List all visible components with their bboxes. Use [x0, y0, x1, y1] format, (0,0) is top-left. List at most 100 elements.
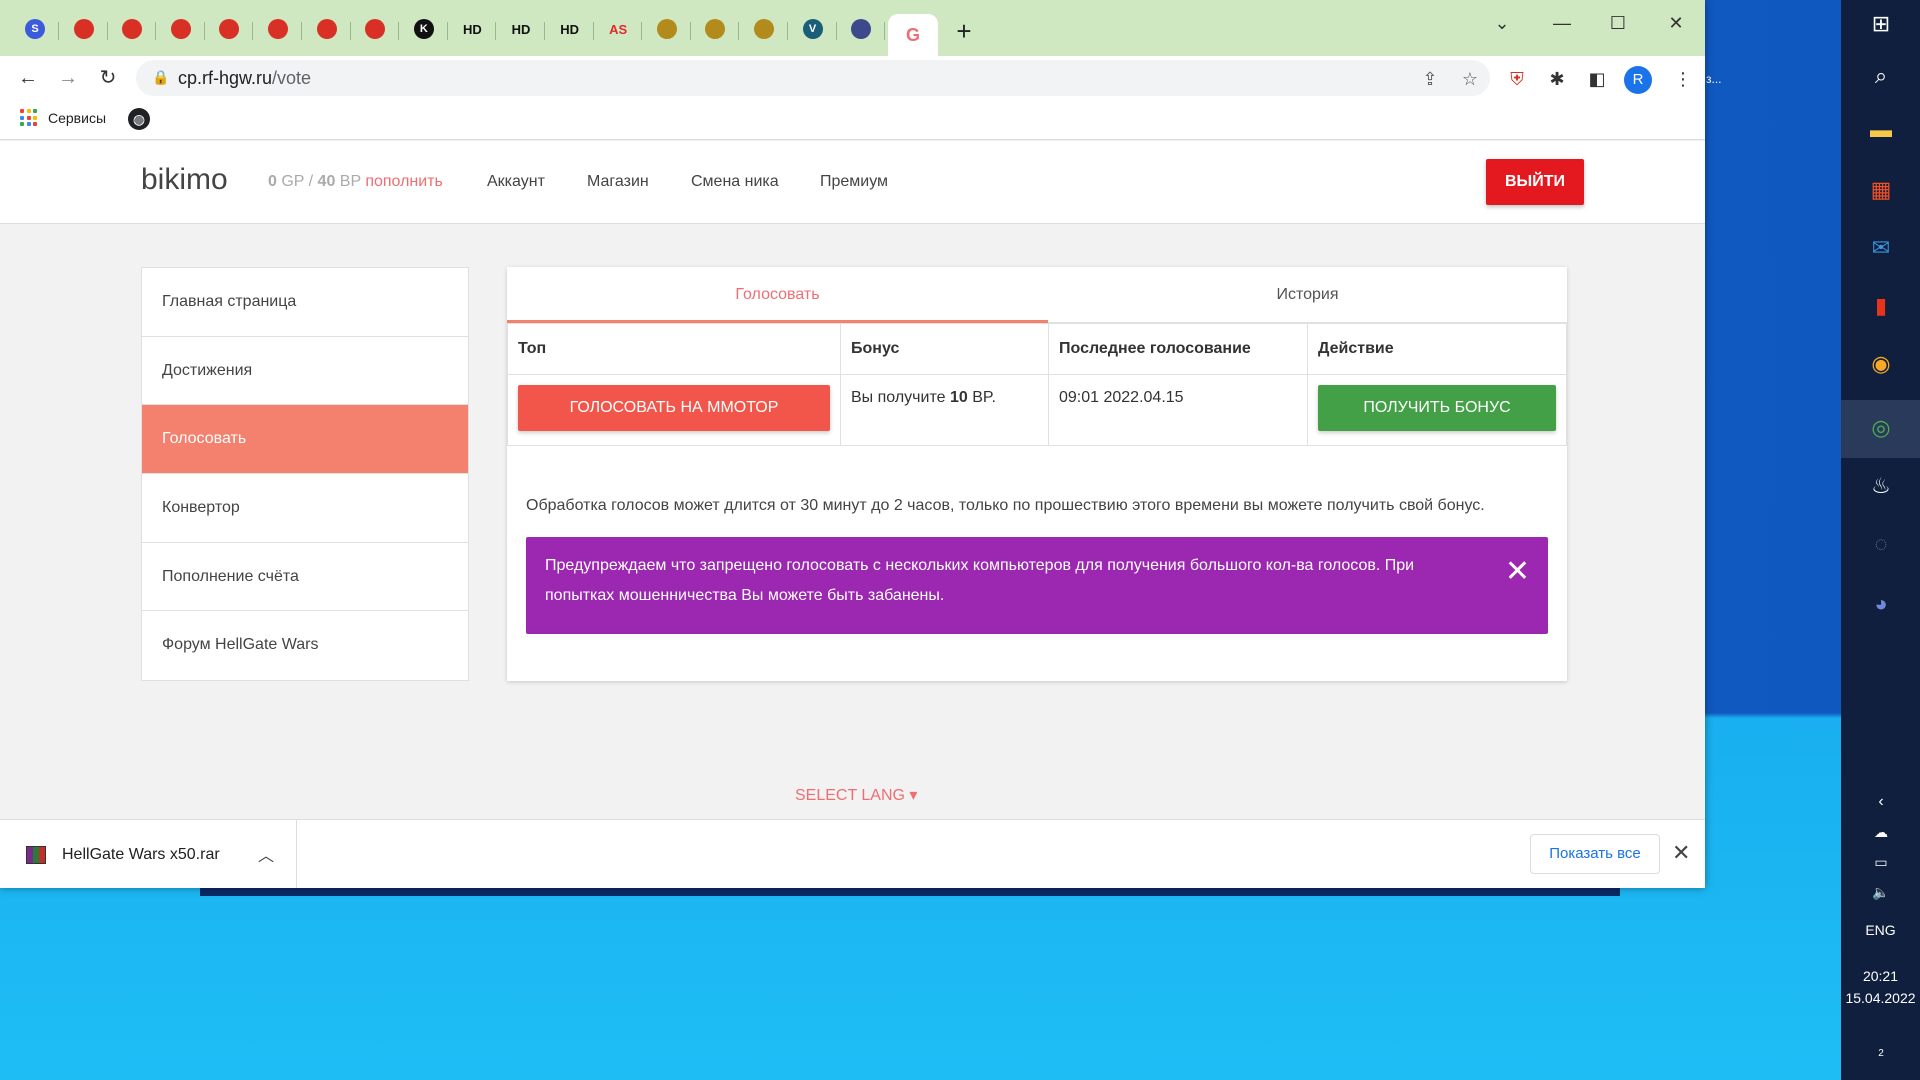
reload-button[interactable]: ↻ [94, 64, 122, 92]
tab-separator [349, 22, 351, 40]
site-brand[interactable]: bikimo [141, 163, 228, 197]
s-tab-favicon-icon: S [25, 19, 45, 39]
bookmark-services[interactable]: Сервисы [48, 110, 106, 126]
side-panel-icon[interactable]: ◧ [1584, 66, 1610, 92]
music-app-icon[interactable]: ◉ [1863, 346, 1899, 382]
bp-unit: BP [339, 173, 361, 190]
forward-button[interactable]: → [54, 64, 82, 92]
table-row: ГОЛОСОВАТЬ НА ММОТОР Вы получите 10 BP. … [507, 374, 1567, 446]
tab-separator [155, 22, 157, 40]
close-download-bar-icon[interactable]: ✕ [1672, 840, 1690, 866]
vote-mmotop-button[interactable]: ГОЛОСОВАТЬ НА ММОТОР [518, 385, 830, 431]
windows-taskbar: ⊞ ⌕ ▬ ▦ ✉ ▮ ◉ ◎ ♨ ◌ ◕ ‹ ☁ ▭ 🔈 ENG 20:21 … [1841, 0, 1920, 1080]
tab-active[interactable]: G [888, 14, 938, 56]
tab-separator [301, 22, 302, 40]
volume-icon[interactable]: 🔈 [1863, 874, 1899, 910]
tab-yt-tab-4[interactable] [212, 14, 246, 44]
tab-yt-tab-7[interactable] [358, 14, 392, 44]
sidebar-item-achievements[interactable]: Достижения [142, 337, 468, 406]
language-indicator[interactable]: ENG [1841, 922, 1920, 938]
sidebar-item-forum[interactable]: Форум HellGate Wars [142, 611, 468, 680]
tab-yt-tab-2[interactable] [115, 14, 149, 44]
notifications-icon[interactable]: 2 [1863, 1032, 1899, 1068]
bonus-prefix: Вы получите [851, 389, 946, 406]
tab-separator [58, 22, 59, 40]
close-window-button[interactable]: ✕ [1652, 10, 1700, 36]
tab-s-tab[interactable]: S [18, 14, 52, 44]
nav-change-nick[interactable]: Смена ника [691, 173, 779, 191]
chrome-icon[interactable]: ◎ [1863, 410, 1899, 446]
close-icon[interactable]: ✕ [1505, 557, 1530, 587]
topup-link[interactable]: пополнить [365, 173, 443, 190]
tab-hd-tab-2[interactable]: HD [504, 14, 538, 44]
tab-hd-tab-1[interactable]: HD [455, 14, 489, 44]
share-icon[interactable]: ⇪ [1418, 67, 1442, 91]
warning-alert: Предупреждаем что запрещено голосовать с… [526, 537, 1548, 634]
get-bonus-button[interactable]: ПОЛУЧИТЬ БОНУС [1318, 385, 1556, 431]
tab-search-chevron-icon[interactable]: ⌄ [1478, 10, 1526, 36]
tab-v-tab[interactable]: V [796, 14, 830, 44]
logout-button[interactable]: ВЫЙТИ [1486, 159, 1584, 205]
microsoft-store-icon[interactable]: ▦ [1863, 172, 1899, 208]
steam-icon[interactable]: ♨ [1863, 468, 1899, 504]
tab-hex-tab[interactable] [844, 14, 878, 44]
discord-icon[interactable]: ◕ [1863, 586, 1899, 622]
profile-avatar[interactable]: R [1624, 66, 1652, 94]
clock-time[interactable]: 20:21 [1841, 968, 1920, 984]
tab-k-tab[interactable]: K [407, 14, 441, 44]
tab-yt-tab-3[interactable] [164, 14, 198, 44]
tab-yt-tab-1[interactable] [67, 14, 101, 44]
globe-bookmark-icon[interactable]: ◍ [128, 108, 150, 130]
adblock-extension-icon[interactable]: ⛨ [1504, 66, 1530, 92]
vote-table: Топ Бонус Последнее голосование Действие… [507, 323, 1567, 446]
search-icon[interactable]: ⌕ [1863, 58, 1899, 94]
clock-date[interactable]: 15.04.2022 [1841, 990, 1920, 1006]
tab-separator [592, 22, 594, 40]
back-button[interactable]: ← [14, 64, 42, 92]
tab-history[interactable]: История [1048, 267, 1567, 323]
tab-separator [835, 22, 837, 40]
download-bar: HellGate Wars x50.rar ︿ Показать все ✕ [0, 819, 1705, 888]
sidebar-item-vote[interactable]: Голосовать [142, 405, 468, 475]
col-top: Топ [507, 323, 841, 375]
tab-wow-tab-1[interactable] [650, 14, 684, 44]
extensions-puzzle-icon[interactable]: ✱ [1544, 66, 1570, 92]
select-lang-dropdown[interactable]: SELECT LANG ▾ [795, 785, 917, 805]
tab-as-tab[interactable]: AS [601, 14, 635, 44]
app-icon[interactable]: ◌ [1863, 526, 1899, 562]
maximize-button[interactable]: ☐ [1594, 10, 1642, 36]
tab-yt-tab-5[interactable] [261, 14, 295, 44]
apps-grid-icon[interactable] [20, 109, 38, 127]
minimize-button[interactable]: — [1538, 10, 1586, 36]
mail-icon[interactable]: ✉ [1863, 230, 1899, 266]
office-icon[interactable]: ▮ [1863, 288, 1899, 324]
new-tab-button[interactable]: + [950, 18, 978, 46]
tab-vote[interactable]: Голосовать [507, 267, 1048, 323]
hd-tab-1-favicon-icon: HD [463, 21, 482, 37]
address-bar[interactable]: 🔒 cp.rf-hgw.ru/vote ⇪ ☆ [136, 60, 1490, 96]
nav-shop[interactable]: Магазин [587, 173, 649, 191]
sidebar-item-converter[interactable]: Конвертор [142, 474, 468, 543]
browser-menu-icon[interactable]: ⋮ [1670, 66, 1696, 92]
tab-separator [106, 22, 108, 40]
nav-account[interactable]: Аккаунт [487, 173, 545, 191]
bookmark-star-icon[interactable]: ☆ [1458, 67, 1482, 91]
browser-toolbar: ← → ↻ 🔒 cp.rf-hgw.ru/vote ⇪ ☆ ⛨ ✱ ◧ R ⋮ [0, 56, 1705, 100]
sidebar-item-topup[interactable]: Пополнение счёта [142, 543, 468, 612]
show-all-downloads-button[interactable]: Показать все [1530, 834, 1660, 874]
cell-last-vote: 09:01 2022.04.15 [1048, 374, 1308, 446]
tab-yt-tab-6[interactable] [310, 14, 344, 44]
tab-hd-tab-3[interactable]: HD [553, 14, 587, 44]
file-explorer-icon[interactable]: ▬ [1863, 112, 1899, 148]
chevron-up-icon[interactable]: ︿ [258, 842, 274, 866]
download-file-name: HellGate Wars x50.rar [62, 846, 220, 863]
desktop-window-shadow [200, 888, 1620, 896]
hd-tab-3-favicon-icon: HD [560, 21, 579, 37]
nav-premium[interactable]: Премиум [820, 173, 888, 191]
cell-bonus: Вы получите 10 BP. [840, 374, 1049, 446]
tab-wow-tab-2[interactable] [698, 14, 732, 44]
sidebar-item-home[interactable]: Главная страница [142, 268, 468, 337]
download-item[interactable]: HellGate Wars x50.rar ︿ [0, 820, 297, 888]
tab-wow-tab-3[interactable] [747, 14, 781, 44]
windows-start-icon[interactable]: ⊞ [1863, 6, 1899, 42]
